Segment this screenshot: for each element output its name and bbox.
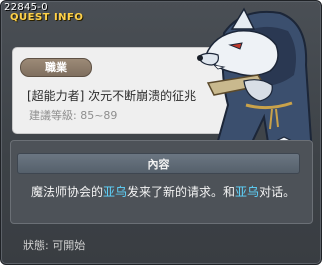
quest-description: 魔法师协会的亚乌发来了新的请求。和亚乌对话。 [31,183,311,200]
description-text: 对话。 [259,185,296,199]
content-header: 內容 [17,153,300,174]
job-badge: 職業 [20,58,92,77]
description-text: 魔法师协会的 [31,185,104,199]
quest-info-window: 22845-0 QUEST INFO 職業 [超能力者] 次元不断崩溃的征兆 建… [0,0,322,265]
wolf-npc-portrait [197,7,314,156]
quest-info-label: QUEST INFO [10,12,84,23]
quest-title: [超能力者] 次元不断崩溃的征兆 [27,89,197,103]
description-text: 发来了新的请求。和 [127,185,236,199]
quest-status: 狀態: 可開始 [23,239,86,252]
required-level: 建議等級: 85~89 [29,109,118,122]
npc-link[interactable]: 亚乌 [103,185,127,199]
npc-link[interactable]: 亚乌 [235,185,259,199]
